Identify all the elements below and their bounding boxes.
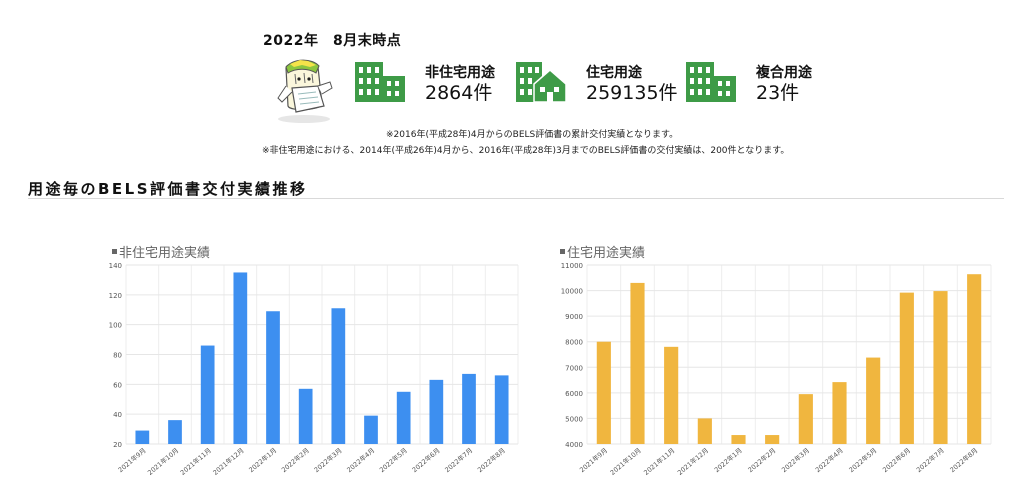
bar [832,382,847,444]
y-tick-label: 20 [113,441,122,449]
x-tick-label: 2022年2月 [279,446,311,475]
y-tick-label: 120 [109,292,122,300]
y-tick-label: 9000 [565,313,583,321]
section-title: 用途毎のBELS評価書交付実績推移 [28,180,308,198]
bar [866,357,881,444]
bar [233,272,248,444]
y-tick-label: 140 [109,262,122,270]
y-tick-label: 10000 [561,288,583,296]
x-tick-label: 2021年12月 [211,446,246,477]
x-tick-label: 2021年9月 [116,446,148,475]
y-tick-label: 4000 [565,441,583,449]
x-tick-label: 2022年3月 [312,446,344,475]
stat-count: 259135件 [586,82,678,104]
bar [364,415,378,444]
x-tick-label: 2022年8月 [475,446,507,475]
x-tick-label: 2022年7月 [443,446,475,475]
chart-non-residential: 20 40 60 80 100 120 140 2021年9月2021年10月2021年11月… [109,262,519,477]
x-tick-label: 2022年6月 [410,446,442,475]
x-tick-label: 2022年7月 [914,446,946,475]
y-tick-label: 40 [113,411,122,419]
stat-count: 23件 [756,82,800,104]
bar [697,418,712,444]
bar [765,435,780,444]
note-cumulative: ※2016年(平成28年)4月からのBELS評価書の累計交付実績となります。 [386,130,679,140]
bar [168,420,182,444]
y-tick-label: 11000 [561,262,583,270]
x-tick-label: 2022年1月 [247,446,279,475]
note-non-residential-history: ※非住宅用途における、2014年(平成26年)4月から、2016年(平成28年)… [262,146,790,156]
bar [664,346,679,444]
x-tick-label: 2022年3月 [780,446,812,475]
y-tick-label: 80 [113,352,122,360]
y-tick-label: 60 [113,381,122,389]
y-tick-label: 100 [109,322,122,330]
x-tick-label: 2022年1月 [712,446,744,475]
bar [200,345,215,444]
x-tick-label: 2022年8月 [948,446,980,475]
bar [135,430,150,444]
bar [331,308,346,444]
x-tick-label: 2022年2月 [746,446,778,475]
y-tick-label: 6000 [565,390,583,398]
x-tick-label: 2022年4月 [813,446,845,475]
office-building-icon [686,62,736,102]
x-tick-label: 2021年10月 [146,446,181,477]
house-building-icon [516,62,566,102]
x-tick-label: 2021年10月 [608,446,643,477]
y-tick-label: 8000 [565,339,583,347]
bar [630,282,645,444]
x-tick-label: 2021年9月 [578,446,610,475]
bar [731,435,746,444]
bar [298,388,313,444]
bar [899,292,914,444]
y-tick-label: 5000 [565,415,583,423]
x-tick-label: 2022年5月 [847,446,879,475]
chart-residential: 4000 5000 6000 7000 8000 9000 10000 11000 2021年9… [561,262,992,477]
x-tick-label: 2021年11月 [178,446,213,477]
bar [396,391,411,444]
x-tick-label: 2022年5月 [377,446,409,475]
mascot-illustration [277,59,333,123]
y-tick-label: 7000 [565,364,583,372]
x-tick-label: 2022年6月 [881,446,913,475]
as-of-date: 2022年 8月末時点 [263,33,402,49]
office-building-icon [355,62,405,102]
x-tick-label: 2022年4月 [345,446,377,475]
stat-count: 2864件 [425,82,493,104]
bar [429,379,444,444]
bar [266,311,280,444]
bar [462,373,476,444]
x-tick-label: 2021年11月 [642,446,677,477]
x-tick-label: 2021年12月 [675,446,710,477]
bar [798,394,813,444]
bar [494,375,509,444]
bar [967,274,982,444]
bar [933,291,948,444]
bar [596,341,611,444]
section-divider [28,198,1004,199]
